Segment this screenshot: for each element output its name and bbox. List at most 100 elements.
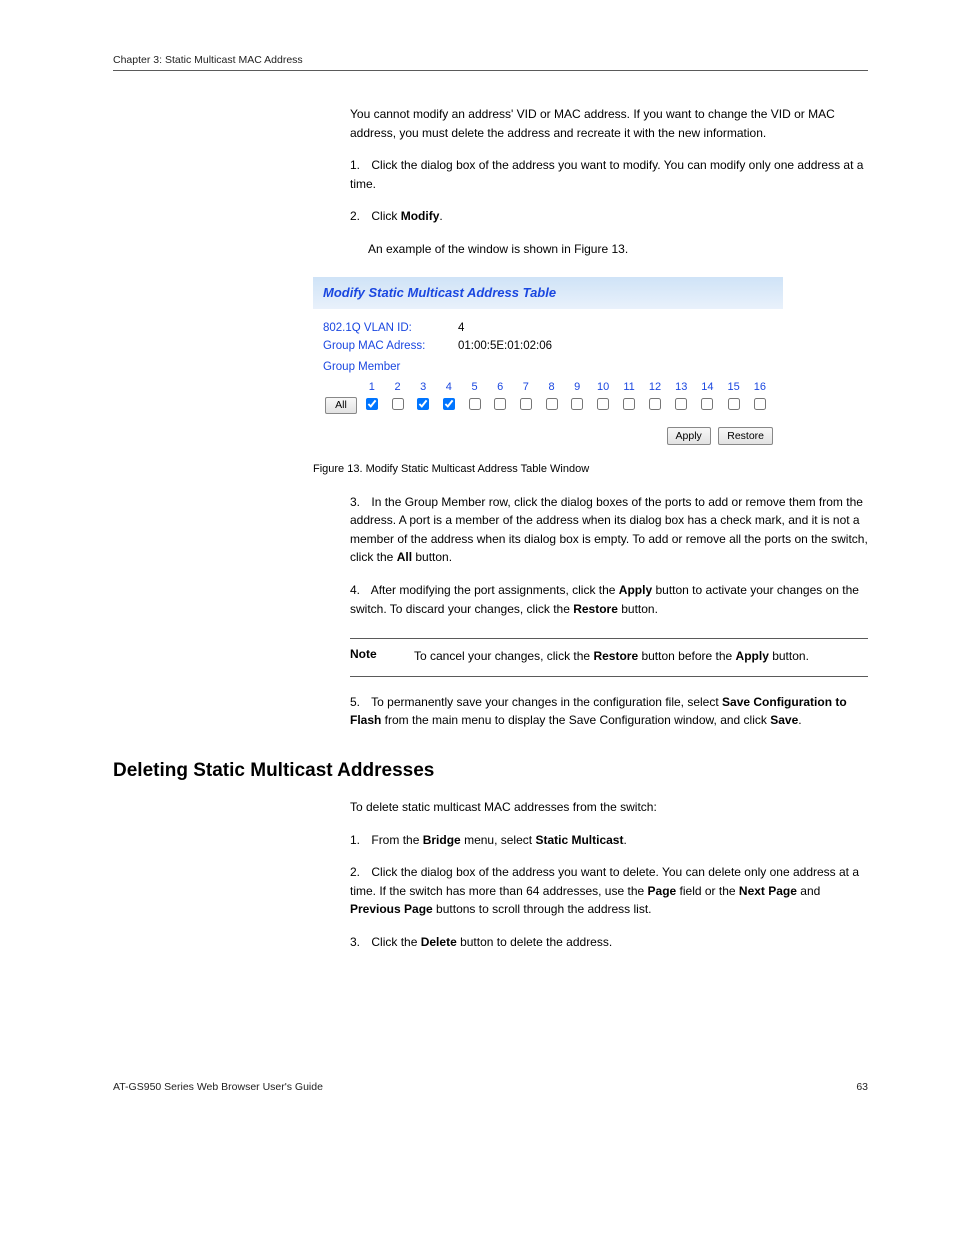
main-column-4: To delete static multicast MAC addresses… <box>350 798 868 952</box>
next-page-label: Next Page <box>739 884 797 898</box>
step-text: To permanently save your changes in the … <box>371 695 722 709</box>
figure-title: Modify Static Multicast Address Table <box>323 285 556 300</box>
port-checkbox-16[interactable] <box>754 398 766 410</box>
port-header: 3 <box>410 379 436 395</box>
port-header: 10 <box>590 379 616 395</box>
port-header: 5 <box>462 379 488 395</box>
step-number: 1. <box>350 158 360 172</box>
port-checkbox-5[interactable] <box>469 398 481 410</box>
step-3: 3. In the Group Member row, click the di… <box>350 493 868 567</box>
port-header: 2 <box>385 379 411 395</box>
row-mac: Group MAC Adress: 01:00:5E:01:02:06 <box>323 337 773 355</box>
step-number: 1. <box>350 833 360 847</box>
step-number: 3. <box>350 495 360 509</box>
figure-caption: Figure 13. Modify Static Multicast Addre… <box>313 463 868 475</box>
note-text: To cancel your changes, click the Restor… <box>414 647 809 666</box>
delete-step-2: 2. Click the dialog box of the address y… <box>350 863 868 919</box>
delete-step-3: 3. Click the Delete button to delete the… <box>350 933 868 952</box>
mac-address-label: Group MAC Adress: <box>323 340 458 352</box>
port-checkbox-1[interactable] <box>366 398 378 410</box>
port-header: 13 <box>668 379 694 395</box>
note-label: Note <box>350 647 414 661</box>
apply-button[interactable]: Apply <box>667 427 711 445</box>
step-text: From the <box>371 833 422 847</box>
vlan-id-value: 4 <box>458 322 464 334</box>
port-header: 4 <box>436 379 462 395</box>
note-rule-top <box>350 638 868 639</box>
port-checkbox-11[interactable] <box>623 398 635 410</box>
figure-titlebar: Modify Static Multicast Address Table <box>313 277 783 309</box>
header-rule <box>113 70 868 71</box>
step-number: 2. <box>350 865 360 879</box>
page-field-label: Page <box>648 884 677 898</box>
delete-step-1: 1. From the Bridge menu, select Static M… <box>350 831 868 850</box>
port-checkbox-2[interactable] <box>392 398 404 410</box>
step-text: from the main menu to display the Save C… <box>381 713 770 727</box>
step-text: addresses, use the <box>539 884 647 898</box>
note-block: Note To cancel your changes, click the R… <box>350 638 868 677</box>
ports-header-row: 1 2 3 4 5 6 7 8 9 10 11 12 13 14 <box>323 379 773 395</box>
port-checkbox-7[interactable] <box>520 398 532 410</box>
apply-label: Apply <box>619 583 652 597</box>
port-checkbox-8[interactable] <box>546 398 558 410</box>
port-checkbox-10[interactable] <box>597 398 609 410</box>
port-header: 15 <box>721 379 747 395</box>
port-checkbox-12[interactable] <box>649 398 661 410</box>
figure-modify-static-multicast: Modify Static Multicast Address Table 80… <box>313 277 783 453</box>
main-column-3: 5. To permanently save your changes in t… <box>350 693 868 730</box>
main-column-2: 3. In the Group Member row, click the di… <box>350 493 868 619</box>
figure-fields: 802.1Q VLAN ID: 4 Group MAC Adress: 01:0… <box>313 309 783 379</box>
step-number: 5. <box>350 695 360 709</box>
mac-address-value: 01:00:5E:01:02:06 <box>458 340 552 352</box>
port-header: 7 <box>513 379 539 395</box>
page: Chapter 3: Static Multicast MAC Address … <box>0 0 954 1121</box>
delete-intro: To delete static multicast MAC addresses… <box>350 798 868 817</box>
port-checkbox-6[interactable] <box>494 398 506 410</box>
section-heading-deleting: Deleting Static Multicast Addresses <box>113 760 868 782</box>
figure-wrap: Modify Static Multicast Address Table 80… <box>313 277 868 453</box>
port-header: 11 <box>616 379 642 395</box>
step-text: and <box>797 884 820 898</box>
note-row: Note To cancel your changes, click the R… <box>350 647 868 666</box>
ports-checkbox-row: All <box>323 395 773 416</box>
restore-button[interactable]: Restore <box>718 427 773 445</box>
step-number: 3. <box>350 935 360 949</box>
step-text: button. <box>412 550 452 564</box>
footer-left: AT-GS950 Series Web Browser User's Guide <box>113 1081 323 1093</box>
port-header: 16 <box>747 379 773 395</box>
step-number: 4. <box>350 583 360 597</box>
step-text: Click the dialog box of the address you … <box>350 158 863 191</box>
intro-paragraph: You cannot modify an address' VID or MAC… <box>350 105 868 142</box>
step-1: 1. Click the dialog box of the address y… <box>350 156 868 193</box>
step-text: buttons to scroll through the address li… <box>433 902 652 916</box>
bridge-menu-label: Bridge <box>423 833 461 847</box>
all-button[interactable]: All <box>325 397 357 414</box>
port-header: 6 <box>487 379 513 395</box>
figure-lead: An example of the window is shown in Fig… <box>368 240 868 259</box>
step-5: 5. To permanently save your changes in t… <box>350 693 868 730</box>
step-text: field or the <box>676 884 739 898</box>
step-2: 2. Click Modify. <box>350 207 868 226</box>
ports-table: 1 2 3 4 5 6 7 8 9 10 11 12 13 14 <box>323 379 773 416</box>
port-checkbox-4[interactable] <box>443 398 455 410</box>
port-checkbox-13[interactable] <box>675 398 687 410</box>
port-checkbox-15[interactable] <box>728 398 740 410</box>
running-header: Chapter 3: Static Multicast MAC Address <box>113 54 868 66</box>
port-header: 12 <box>642 379 668 395</box>
delete-label: Delete <box>421 935 457 949</box>
port-header: 14 <box>694 379 720 395</box>
main-column: You cannot modify an address' VID or MAC… <box>350 105 868 259</box>
vlan-id-label: 802.1Q VLAN ID: <box>323 322 458 334</box>
restore-label: Restore <box>593 649 638 663</box>
step-text: Click the <box>371 935 420 949</box>
port-checkbox-9[interactable] <box>571 398 583 410</box>
step-text: button to delete the address. <box>457 935 612 949</box>
step-number: 2. <box>350 209 360 223</box>
port-checkbox-14[interactable] <box>701 398 713 410</box>
footer-page-number: 63 <box>856 1081 868 1093</box>
port-checkbox-3[interactable] <box>417 398 429 410</box>
note-rule-bottom <box>350 676 868 677</box>
apply-label: Apply <box>736 649 769 663</box>
save-label: Save <box>770 713 798 727</box>
step-text: Click <box>371 209 400 223</box>
